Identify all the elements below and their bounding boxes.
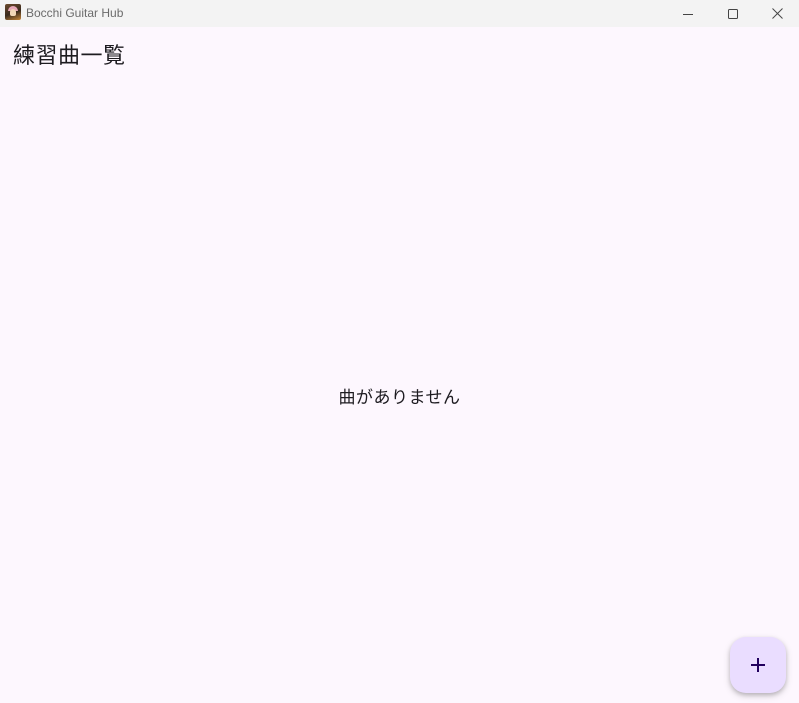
close-icon (772, 8, 783, 19)
page-title: 練習曲一覧 (13, 44, 126, 69)
close-button[interactable] (755, 0, 799, 27)
empty-state-message: 曲がありません (338, 388, 461, 408)
minimize-icon (682, 13, 693, 15)
add-song-button[interactable] (730, 637, 786, 693)
minimize-button[interactable] (665, 0, 710, 27)
app-window: Bocchi Guitar Hub 練習曲一覧 曲がありません (0, 0, 799, 703)
window-title: Bocchi Guitar Hub (26, 6, 124, 20)
window-titlebar[interactable]: Bocchi Guitar Hub (0, 0, 799, 27)
maximize-button[interactable] (710, 0, 755, 27)
maximize-icon (727, 8, 738, 19)
plus-icon (751, 658, 765, 672)
app-icon (5, 4, 21, 20)
